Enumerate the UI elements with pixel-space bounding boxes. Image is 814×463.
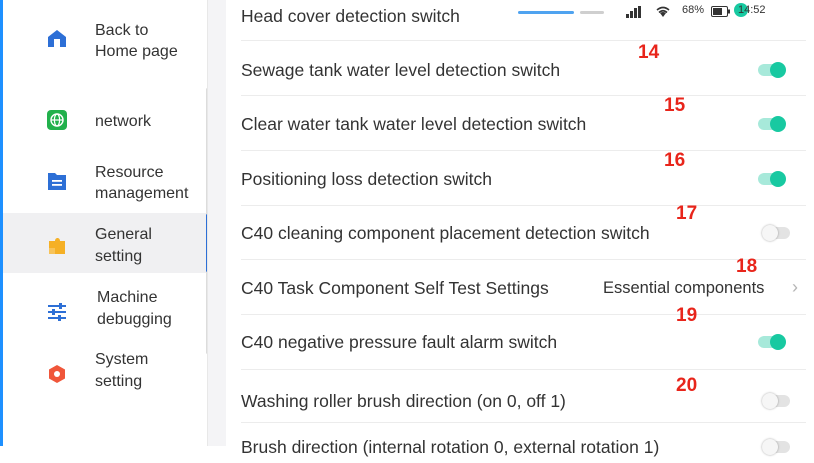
- setting-label: C40 negative pressure fault alarm switch: [241, 332, 558, 352]
- toggle-switch[interactable]: [758, 116, 786, 132]
- sidebar-item-label: System: [95, 351, 149, 368]
- puzzle-icon: [49, 238, 65, 254]
- sidebar-item-network[interactable]: network: [3, 98, 208, 146]
- annotation-number: 20: [676, 375, 698, 396]
- chevron-right-icon[interactable]: ›: [792, 277, 798, 298]
- setting-label: Brush direction (internal rotation 0, ex…: [241, 437, 660, 457]
- sidebar-item-system-setting[interactable]: System setting: [3, 346, 208, 402]
- sidebar-item-label: Home page: [95, 43, 178, 60]
- settings-panel: 68% 14:52 Head cover detection switch Se…: [226, 0, 814, 457]
- toggle-switch[interactable]: [758, 62, 786, 78]
- sidebar-item-home[interactable]: Back to Home page: [3, 14, 208, 70]
- setting-label: Clear water tank water level detection s…: [241, 114, 587, 134]
- sidebar-item-label: setting: [95, 248, 143, 265]
- globe-icon: [47, 110, 67, 130]
- setting-value: Essential components: [603, 279, 765, 297]
- sidebar-item-label: Back to: [95, 22, 149, 39]
- sidebar-item-machine-debugging[interactable]: Machine debugging: [3, 282, 208, 338]
- toggle-knob: [770, 334, 786, 350]
- sidebar-item-label: management: [95, 185, 189, 202]
- sidebar-item-label: debugging: [97, 311, 172, 328]
- annotation-number: 16: [664, 150, 686, 171]
- toggle-knob: [770, 171, 786, 187]
- system-hexagon-icon: [49, 365, 65, 383]
- annotation-number: 14: [638, 42, 660, 63]
- home-icon: [48, 30, 66, 47]
- toggle-switch[interactable]: [762, 393, 790, 409]
- setting-row-sewage-tank[interactable]: Sewage tank water level detection switch: [241, 41, 806, 96]
- annotation-number: 17: [676, 203, 698, 224]
- setting-label: C40 cleaning component placement detecti…: [241, 223, 650, 243]
- toggle-knob: [770, 116, 786, 132]
- toggle-knob: [762, 393, 778, 409]
- sidebar-item-general-setting[interactable]: General setting: [3, 213, 208, 273]
- sidebar-item-label: network: [95, 113, 152, 130]
- toggle-switch[interactable]: [762, 439, 790, 455]
- setting-row-washing-roller[interactable]: Washing roller brush direction (on 0, of…: [241, 370, 806, 423]
- setting-row-c40-task-self-test[interactable]: C40 Task Component Self Test Settings Es…: [241, 260, 806, 315]
- setting-row-c40-cleaning-component[interactable]: C40 cleaning component placement detecti…: [241, 206, 806, 260]
- setting-row-positioning-loss[interactable]: Positioning loss detection switch: [241, 151, 806, 206]
- panel-gutter: [208, 0, 226, 446]
- setting-label: Sewage tank water level detection switch: [241, 60, 561, 80]
- sidebar: Back to Home page network Resource manag…: [3, 0, 209, 446]
- setting-label: Positioning loss detection switch: [241, 169, 492, 189]
- setting-row-head-cover[interactable]: Head cover detection switch: [241, 0, 806, 41]
- toggle-knob: [770, 62, 786, 78]
- setting-row-brush-direction[interactable]: Brush direction (internal rotation 0, ex…: [241, 423, 806, 463]
- sidebar-item-label: General: [95, 226, 152, 243]
- toggle-knob: [762, 439, 778, 455]
- annotation-number: 15: [664, 95, 686, 116]
- sidebar-item-label: Machine: [97, 289, 158, 306]
- sidebar-item-label: Resource: [95, 164, 164, 181]
- setting-row-clear-water-tank[interactable]: Clear water tank water level detection s…: [241, 96, 806, 151]
- annotation-number: 19: [676, 305, 698, 326]
- sidebar-item-label: setting: [95, 373, 143, 390]
- folder-icon: [48, 173, 66, 190]
- sidebar-item-resource-management[interactable]: Resource management: [3, 158, 208, 210]
- sliders-icon: [48, 303, 66, 321]
- annotation-number: 18: [736, 256, 758, 277]
- toggle-switch[interactable]: [758, 334, 786, 350]
- toggle-knob: [762, 225, 778, 241]
- setting-label: Washing roller brush direction (on 0, of…: [241, 391, 566, 411]
- toggle-switch[interactable]: [762, 225, 790, 241]
- setting-row-c40-negative-pressure[interactable]: C40 negative pressure fault alarm switch: [241, 315, 806, 370]
- setting-label: C40 Task Component Self Test Settings: [241, 278, 549, 298]
- setting-label: Head cover detection switch: [241, 6, 460, 26]
- toggle-switch[interactable]: [758, 171, 786, 187]
